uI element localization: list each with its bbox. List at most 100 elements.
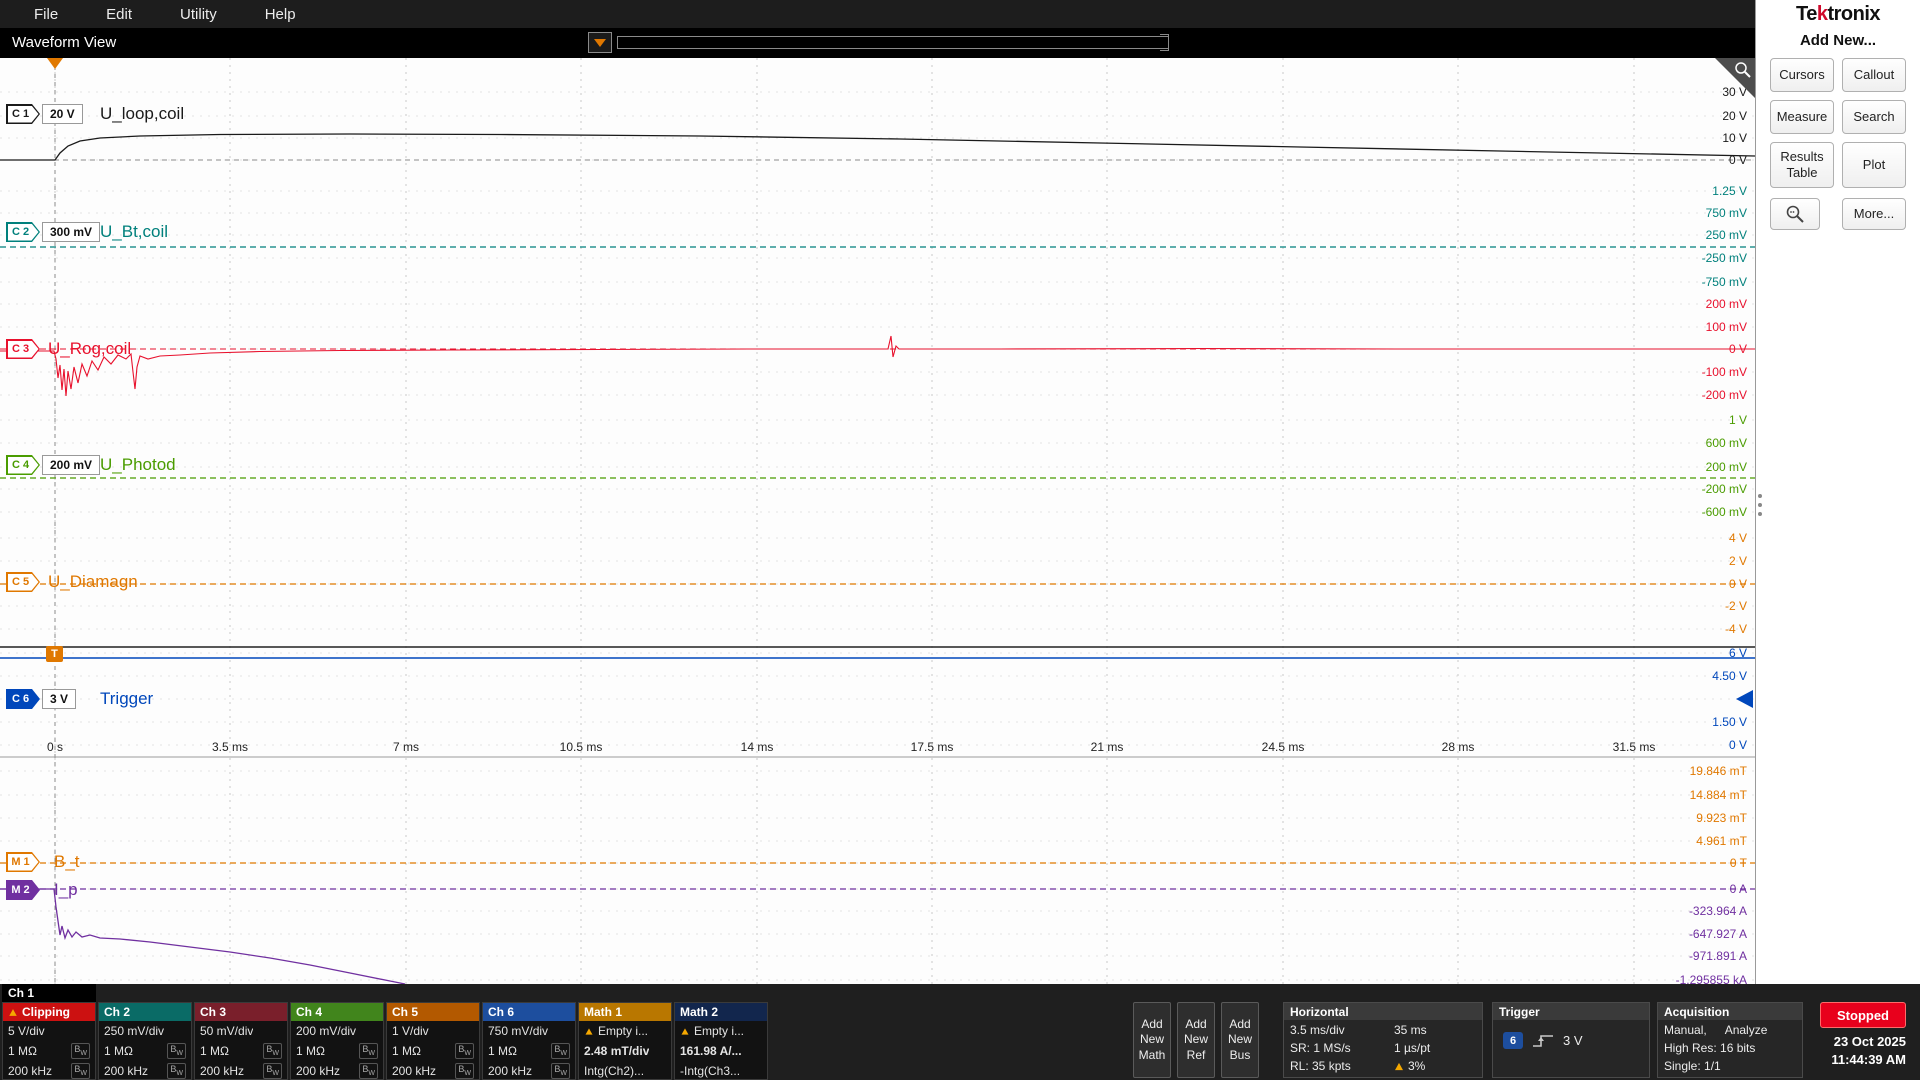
scale-label: 0 V — [1729, 738, 1747, 752]
horizontal-span: 35 ms — [1394, 1023, 1476, 1037]
channel-label-m1[interactable]: B_t — [54, 852, 80, 872]
channel-badge-m2[interactable]: M 2 — [6, 880, 40, 900]
channel-settings-row: 200 kHzBW — [3, 1061, 95, 1080]
channel-badge-c5[interactable]: C 5 — [6, 572, 40, 592]
scale-label: 100 mV — [1706, 320, 1747, 334]
draw-a-box-zoom-corner[interactable] — [1715, 58, 1755, 98]
warning-icon — [586, 1028, 593, 1034]
channel-badge-c2[interactable]: C 2300 mV — [6, 222, 100, 242]
channel-scale-value-c1[interactable]: 20 V — [42, 104, 83, 124]
sidebar-button-plot[interactable]: Plot — [1842, 142, 1906, 188]
channel-settings-row: 1 MΩBW — [99, 1041, 191, 1061]
trace-u-loop-coil[interactable] — [0, 134, 1755, 160]
horizontal-panel[interactable]: Horizontal 3.5 ms/div 35 ms SR: 1 MS/s 1… — [1283, 1002, 1483, 1078]
run-stop-button[interactable]: Stopped — [1820, 1002, 1906, 1028]
channel-badge-c3[interactable]: C 3 — [6, 339, 40, 359]
channel-scale-value-c4[interactable]: 200 mV — [42, 455, 100, 475]
trigger-position-percent: 3% — [1408, 1059, 1425, 1073]
acquisition-panel[interactable]: Acquisition Manual,Analyze High Res: 16 … — [1657, 1002, 1803, 1078]
record-overview-bar[interactable] — [617, 36, 1169, 49]
channel-tab-ch1[interactable]: Ch 1 — [2, 984, 96, 1002]
channel-label-c4[interactable]: U_Photod — [100, 455, 176, 475]
menu-bar: FileEditUtilityHelp — [0, 0, 1755, 28]
bandwidth-limit-icon: BW — [551, 1043, 570, 1060]
add-new-math-button[interactable]: AddNewMath — [1133, 1002, 1171, 1078]
channel-label-c6[interactable]: Trigger — [100, 689, 153, 709]
channel-badge-m1[interactable]: M 1 — [6, 852, 40, 872]
add-new-bus-button[interactable]: AddNewBus — [1221, 1002, 1259, 1078]
sidebar-button-results-table[interactable]: Results Table — [1770, 142, 1834, 188]
channel-scale-value-c2[interactable]: 300 mV — [42, 222, 100, 242]
channel-badge-c4[interactable]: C 4200 mV — [6, 455, 100, 475]
channel-settings-header: Ch 6 — [483, 1003, 575, 1021]
channel-settings-ch6[interactable]: Ch 6750 mV/div1 MΩBW200 kHzBW — [482, 1002, 576, 1080]
channel-settings-row: 2.48 mT/div — [579, 1041, 671, 1061]
trigger-level-marker[interactable] — [1736, 690, 1753, 708]
horizontal-panel-title: Horizontal — [1284, 1003, 1482, 1020]
trigger-time-flag[interactable]: T — [46, 646, 63, 662]
menu-edit[interactable]: Edit — [82, 0, 156, 28]
channel-settings-row: 200 kHzBW — [387, 1061, 479, 1080]
channel-scale-value-c6[interactable]: 3 V — [42, 689, 76, 709]
scale-label: 0 V — [1729, 342, 1747, 356]
channel-settings-row: 200 kHzBW — [291, 1061, 383, 1080]
sidebar-button-cursors[interactable]: Cursors — [1770, 58, 1834, 92]
bandwidth-limit-icon: BW — [455, 1063, 474, 1080]
scale-label: 600 mV — [1706, 436, 1747, 450]
time-label: 7 ms — [393, 740, 419, 754]
channel-settings-ch1[interactable]: Clipping5 V/div1 MΩBW200 kHzBW — [2, 1002, 96, 1080]
waveform-graticule[interactable]: 30 V20 V10 V0 V1.25 V750 mV250 mV-250 mV… — [0, 58, 1755, 984]
sidebar-button-measure[interactable]: Measure — [1770, 100, 1834, 134]
menu-help[interactable]: Help — [241, 0, 320, 28]
menu-utility[interactable]: Utility — [156, 0, 241, 28]
zoom-overview-icon[interactable] — [588, 32, 612, 53]
sidebar-button-callout[interactable]: Callout — [1842, 58, 1906, 92]
channel-settings-row: 50 mV/div — [195, 1021, 287, 1041]
bandwidth-limit-icon: BW — [167, 1043, 186, 1060]
scale-label: 0 V — [1729, 153, 1747, 167]
channel-badge-c1[interactable]: C 120 V — [6, 104, 83, 124]
channel-settings-ch2[interactable]: Ch 2250 mV/div1 MΩBW200 kHzBW — [98, 1002, 192, 1080]
scale-label: 19.846 mT — [1690, 764, 1748, 778]
scale-label: 4 V — [1729, 531, 1747, 545]
scale-label: 1 V — [1729, 413, 1747, 427]
sample-rate: SR: 1 MS/s — [1290, 1041, 1394, 1055]
channel-badge-arrow: M 1 — [6, 852, 40, 872]
waveform-canvas[interactable]: 30 V20 V10 V0 V1.25 V750 mV250 mV-250 mV… — [0, 58, 1755, 984]
scale-label: -1.295855 kA — [1676, 973, 1747, 984]
channel-badge-c6[interactable]: C 63 V — [6, 689, 76, 709]
channel-settings-math2[interactable]: Math 2Empty i...161.98 A/...-Intg(Ch3... — [674, 1002, 768, 1080]
trace-i-p[interactable] — [0, 889, 405, 984]
menu-file[interactable]: File — [10, 0, 82, 28]
channel-settings-ch5[interactable]: Ch 51 V/div1 MΩBW200 kHzBW — [386, 1002, 480, 1080]
time-label: 10.5 ms — [560, 740, 603, 754]
scale-label: -4 V — [1725, 622, 1747, 636]
trigger-panel[interactable]: Trigger 6 3 V — [1492, 1002, 1650, 1078]
acquisition-analyze: Analyze — [1725, 1023, 1768, 1037]
channel-settings-row: 1 MΩBW — [483, 1041, 575, 1061]
trace-u-rog-coil[interactable] — [0, 336, 1755, 396]
channel-label-m2[interactable]: I_p — [54, 880, 78, 900]
scale-label: -323.964 A — [1689, 904, 1747, 918]
channel-label-c2[interactable]: U_Bt,coil — [100, 222, 168, 242]
zoom-tool-button[interactable] — [1770, 198, 1820, 230]
channel-label-c1[interactable]: U_loop,coil — [100, 104, 184, 124]
channel-label-c3[interactable]: U_Rog,coil — [48, 339, 131, 359]
panel-splitter-handle[interactable] — [1758, 494, 1762, 516]
channel-settings-row: 1 V/div — [387, 1021, 479, 1041]
channel-settings-math1[interactable]: Math 1Empty i...2.48 mT/divIntg(Ch2)... — [578, 1002, 672, 1080]
channel-badge-arrow: M 2 — [6, 880, 40, 900]
channel-settings-row: 200 kHzBW — [483, 1061, 575, 1080]
trigger-panel-title: Trigger — [1493, 1003, 1649, 1020]
sidebar-button-more[interactable]: More... — [1842, 198, 1906, 230]
channel-settings-ch4[interactable]: Ch 4200 mV/div1 MΩBW200 kHzBW — [290, 1002, 384, 1080]
time-label: 0 s — [47, 740, 63, 754]
trigger-position-marker[interactable] — [47, 58, 63, 69]
tektronix-logo: Tektronix — [1756, 3, 1920, 26]
channel-badge-arrow: C 1 — [6, 104, 40, 124]
sidebar-button-search[interactable]: Search — [1842, 100, 1906, 134]
channel-label-c5[interactable]: U_Diamagn — [48, 572, 138, 592]
channel-badge-arrow: C 2 — [6, 222, 40, 242]
add-new-ref-button[interactable]: AddNewRef — [1177, 1002, 1215, 1078]
channel-settings-ch3[interactable]: Ch 350 mV/div1 MΩBW200 kHzBW — [194, 1002, 288, 1080]
